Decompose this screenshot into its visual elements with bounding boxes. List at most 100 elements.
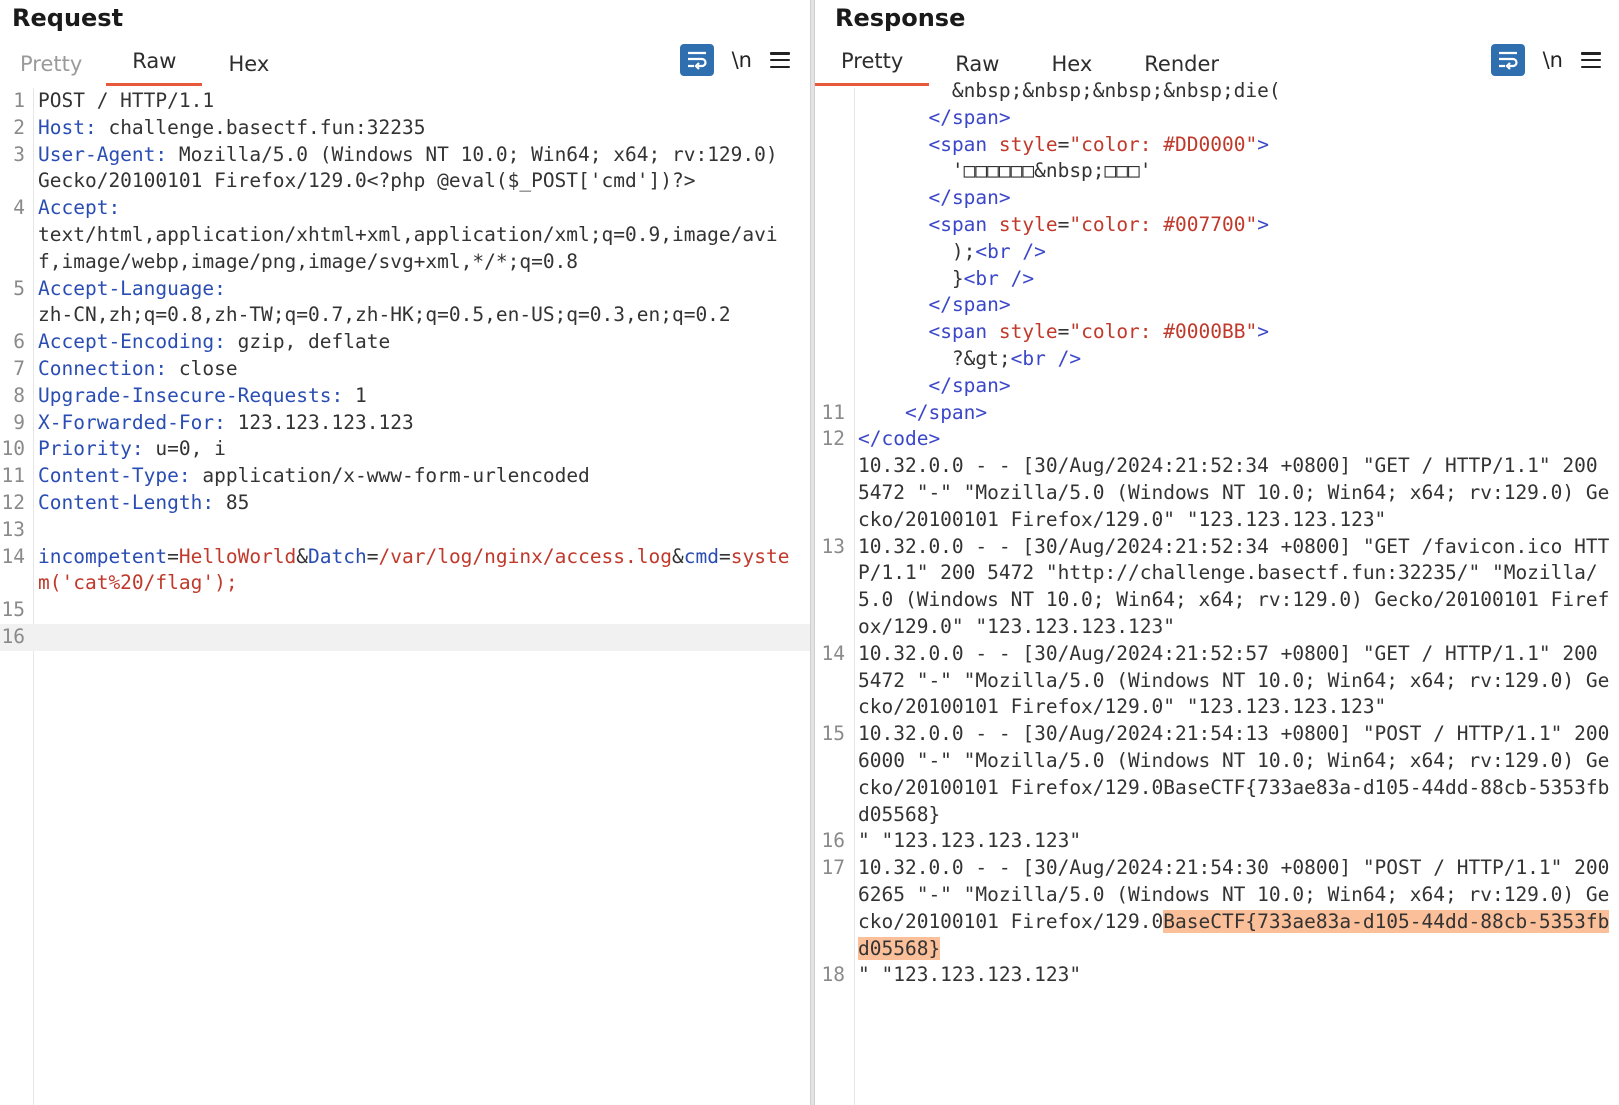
- code-token: 85: [225, 490, 250, 514]
- code-token: =: [366, 544, 379, 568]
- code-token: Upgrade-Insecure-Requests:: [38, 383, 355, 407]
- line-number: 15: [821, 722, 845, 746]
- code-line: 11 </span>: [815, 400, 1619, 427]
- code-line: 16 ​: [0, 623, 810, 651]
- code-line: </span>: [815, 292, 1619, 319]
- code-line: ?&gt;<br />: [815, 346, 1619, 373]
- line-content: Accept-Language: zh-CN,zh;q=0.8,zh-TW;q=…: [38, 276, 792, 330]
- code-token: Accept:: [38, 196, 121, 220]
- line-number: [815, 105, 845, 132]
- code-token: </: [858, 105, 952, 129]
- code-token: ?&gt;: [858, 346, 1011, 370]
- line-content: POST / HTTP/1.1: [38, 88, 792, 115]
- line-number: 17: [821, 856, 845, 880]
- line-content: '□□□□□□&nbsp;□□□': [858, 158, 1614, 185]
- line-content: </code> 10.32.0.0 - - [30/Aug/2024:21:52…: [858, 426, 1614, 533]
- line-content: ​: [38, 597, 792, 624]
- code-token: 10.32.0.0 - - [30/Aug/2024:21:52:34 +080…: [858, 534, 1610, 638]
- line-number: 13: [1, 517, 25, 541]
- line-number: 11: [821, 400, 845, 424]
- line-content: incompetent=HelloWorld&Datch=/var/log/ng…: [38, 544, 792, 598]
- code-line: 13 10.32.0.0 - - [30/Aug/2024:21:52:34 +0…: [815, 534, 1619, 641]
- response-title: Response: [835, 4, 966, 32]
- code-token: gzip, deflate: [237, 330, 391, 354]
- line-content: 10.32.0.0 - - [30/Aug/2024:21:52:34 +080…: [858, 534, 1614, 641]
- code-line: 16 " "123.123.123.123": [815, 828, 1619, 855]
- code-token: =: [1057, 212, 1070, 236]
- request-title: Request: [12, 4, 124, 32]
- show-newlines-button[interactable]: \n: [1543, 48, 1563, 72]
- hamburger-menu-icon[interactable]: [770, 52, 790, 68]
- show-newlines-button[interactable]: \n: [732, 48, 752, 72]
- line-content: &nbsp;&nbsp;&nbsp;&nbsp;die(: [858, 78, 1614, 105]
- code-token: Content-Type:: [38, 464, 203, 488]
- code-line: 1 POST / HTTP/1.1: [0, 88, 810, 115]
- line-number: 9: [13, 410, 25, 434]
- code-token: u=0, i: [155, 437, 226, 461]
- code-token: cmd: [683, 544, 719, 568]
- code-token: =: [718, 544, 731, 568]
- line-number: [815, 292, 845, 319]
- code-line: </span>: [815, 185, 1619, 212]
- code-token: </: [858, 293, 952, 317]
- hamburger-menu-icon[interactable]: [1581, 52, 1601, 68]
- line-content: Accept-Encoding: gzip, deflate: [38, 329, 792, 356]
- line-content: Upgrade-Insecure-Requests: 1: [38, 383, 792, 410]
- code-token: /var/log/nginx/access.log: [378, 544, 673, 568]
- tab-hex[interactable]: Hex: [202, 40, 295, 86]
- line-content: " "123.123.123.123": [858, 962, 1614, 989]
- code-token: span: [940, 320, 999, 344]
- request-toolbar: \n: [679, 44, 790, 76]
- text-wrap-icon[interactable]: [679, 44, 714, 76]
- code-token: >: [998, 105, 1011, 129]
- code-token: <br />: [1010, 346, 1082, 370]
- code-line: 5 Accept-Language: zh-CN,zh;q=0.8,zh-TW;q…: [0, 276, 810, 330]
- code-line: 12 </code> 10.32.0.0 - - [30/Aug/2024:21:…: [815, 426, 1619, 533]
- code-token: <: [858, 132, 941, 156]
- code-line: <span style="color: #DD0000">: [815, 132, 1619, 159]
- text-wrap-icon[interactable]: [1490, 44, 1525, 76]
- code-line: 14 incompetent=HelloWorld&Datch=/var/log/…: [0, 544, 810, 598]
- line-number: [815, 132, 845, 159]
- line-number: 11: [1, 464, 25, 488]
- code-token: =: [167, 544, 179, 568]
- line-content: <span style="color: #0000BB">: [858, 319, 1614, 346]
- code-token: &nbsp;&nbsp;&nbsp;&nbsp;die(: [858, 79, 1281, 102]
- code-token: HelloWorld: [178, 544, 297, 568]
- code-line: <span style="color: #007700">: [815, 212, 1619, 239]
- line-content: User-Agent: Mozilla/5.0 (Windows NT 10.0…: [38, 142, 792, 196]
- code-line: 7 Connection: close: [0, 356, 810, 383]
- line-number: 18: [821, 963, 845, 987]
- code-token: Connection:: [38, 356, 179, 380]
- code-token: " "123.123.123.123": [858, 829, 1082, 853]
- code-line: </span>: [815, 373, 1619, 400]
- code-token: POST / HTTP/1.1: [38, 89, 215, 112]
- code-line: 3 User-Agent: Mozilla/5.0 (Windows NT 10.…: [0, 142, 810, 196]
- code-line: );<br />: [815, 239, 1619, 266]
- code-token: >: [998, 186, 1011, 210]
- code-token: span: [951, 105, 999, 129]
- request-lines: 1 POST / HTTP/1.1 2 Host: challenge.basectf…: [0, 88, 810, 651]
- code-line: 12 Content-Length: 85: [0, 490, 810, 517]
- line-content: </span>: [858, 373, 1614, 400]
- line-number: 13: [821, 534, 845, 558]
- code-line: 13 ​: [0, 517, 810, 544]
- code-token: span: [940, 132, 999, 156]
- code-token: Host:: [38, 115, 109, 139]
- request-editor[interactable]: 1 POST / HTTP/1.1 2 Host: challenge.basectf…: [0, 88, 810, 1105]
- line-number: 1: [13, 89, 25, 112]
- tab-raw[interactable]: Raw: [106, 40, 203, 86]
- code-token: "color: #0000BB": [1069, 320, 1258, 344]
- response-lines: &nbsp;&nbsp;&nbsp;&nbsp;die( </span> <sp…: [815, 78, 1619, 989]
- line-number: [815, 185, 845, 212]
- response-editor[interactable]: &nbsp;&nbsp;&nbsp;&nbsp;die( </span> <sp…: [815, 79, 1619, 1105]
- code-token: span: [928, 400, 976, 424]
- code-token: </: [858, 373, 952, 397]
- code-token: '□□□□□□&nbsp;□□□': [858, 159, 1152, 183]
- line-number: 2: [13, 115, 25, 139]
- code-line: 15 ​: [0, 597, 810, 624]
- code-token: );: [858, 239, 976, 263]
- tab-pretty[interactable]: Pretty: [0, 40, 106, 86]
- line-content: }<br />: [858, 266, 1614, 293]
- line-content: 10.32.0.0 - - [30/Aug/2024:21:54:13 +080…: [858, 721, 1614, 828]
